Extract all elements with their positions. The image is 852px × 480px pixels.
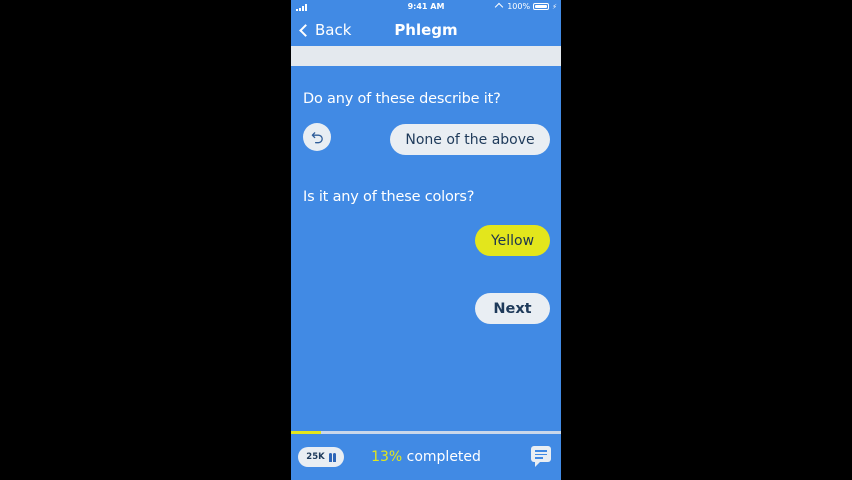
status-bar: 9:41 AM 100% ⚡ (291, 0, 561, 14)
phone-screen: 9:41 AM 100% ⚡ Back Phlegm Do any of the… (291, 0, 561, 480)
header-divider-bar (291, 46, 561, 66)
none-of-the-above-button[interactable]: None of the above (390, 124, 550, 155)
chat-icon[interactable] (531, 446, 551, 467)
battery-percent: 100% (507, 2, 531, 11)
yellow-option-button[interactable]: Yellow (475, 225, 550, 256)
battery-icon (533, 3, 550, 10)
charging-icon: ⚡ (552, 2, 557, 11)
bottom-bar: 25K 13% completed (291, 434, 561, 480)
undo-button[interactable] (303, 123, 331, 151)
nav-bar: Back Phlegm (291, 17, 561, 45)
status-right: 100% ⚡ (494, 2, 557, 11)
completion-status: 13% completed (291, 449, 561, 465)
undo-icon (311, 131, 323, 143)
location-icon (494, 2, 504, 11)
question-describe: Do any of these describe it? (303, 91, 501, 107)
question-colors: Is it any of these colors? (303, 189, 475, 205)
page-title: Phlegm (394, 21, 458, 39)
completion-label: completed (402, 449, 481, 465)
next-button[interactable]: Next (475, 293, 550, 324)
completion-percent: 13% (371, 449, 403, 465)
